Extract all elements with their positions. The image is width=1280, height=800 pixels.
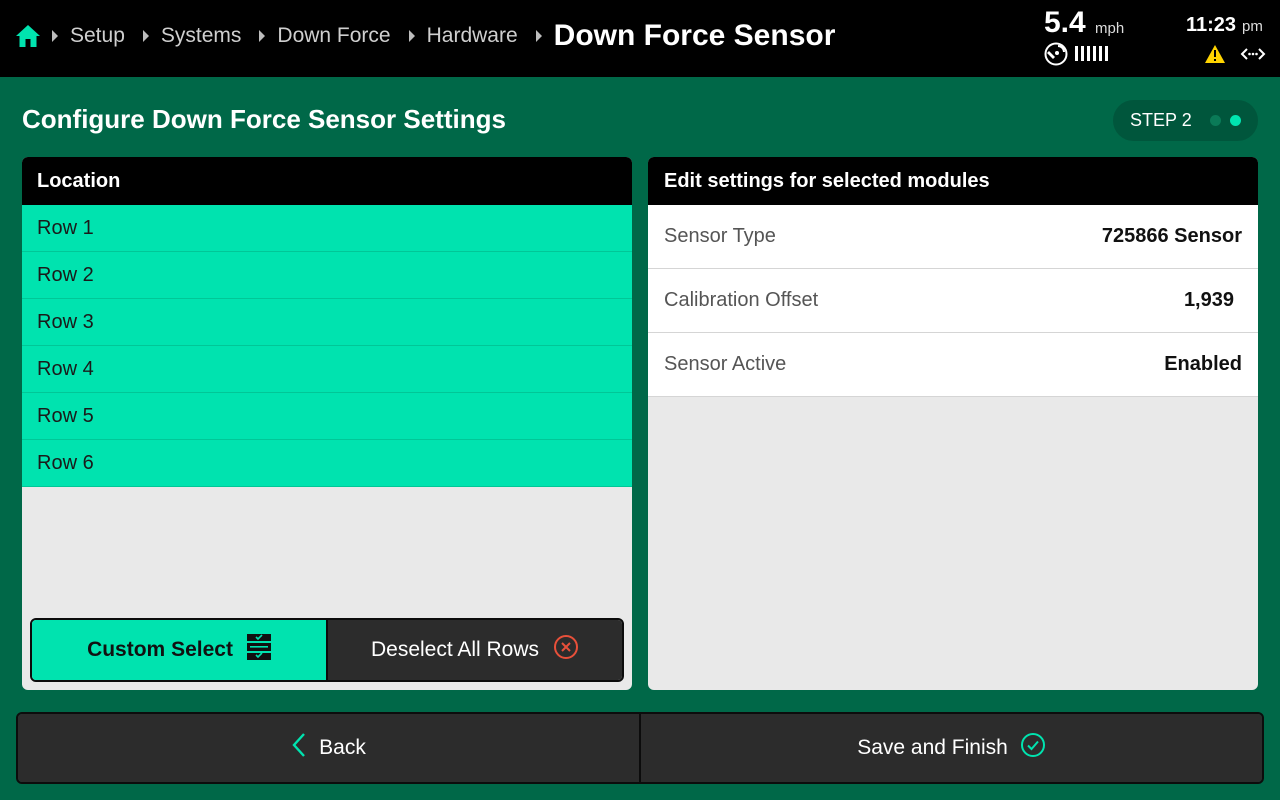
step-indicator: STEP 2	[1113, 100, 1258, 141]
chevron-left-icon	[291, 732, 307, 764]
custom-select-label: Custom Select	[87, 638, 233, 661]
warning-icon[interactable]	[1204, 44, 1226, 64]
gps-satellite-icon	[1044, 42, 1068, 66]
list-item-row-5[interactable]: Row 5	[22, 393, 632, 440]
deselect-all-label: Deselect All Rows	[370, 638, 540, 661]
setting-value: Enabled	[1164, 353, 1242, 375]
setting-label: Calibration Offset	[664, 289, 819, 311]
checklist-icon	[246, 634, 271, 666]
custom-select-button[interactable]: Custom Select	[32, 620, 328, 680]
setting-sensor-type[interactable]: Sensor Type 725866 Sensor	[648, 205, 1258, 269]
time-value: 11:23	[1186, 14, 1237, 36]
breadcrumb: Setup Systems Down Force Hardware Down F…	[52, 0, 835, 72]
footer-buttons: Back Save and Finish	[16, 712, 1264, 784]
list-item-row-6[interactable]: Row 6	[22, 440, 632, 487]
deselect-all-button[interactable]: Deselect All Rows	[328, 620, 622, 680]
step-dot-active	[1230, 115, 1241, 126]
save-and-finish-button[interactable]: Save and Finish	[641, 714, 1262, 782]
step-dot-inactive	[1210, 115, 1221, 126]
top-bar: Setup Systems Down Force Hardware Down F…	[0, 0, 1280, 77]
speed-indicator: 5.4 mph	[1044, 6, 1144, 70]
close-circle-icon	[553, 634, 579, 666]
setting-label: Sensor Active	[664, 353, 787, 375]
page-title: Down Force Sensor	[553, 19, 836, 52]
chevron-right-icon	[142, 30, 149, 42]
breadcrumb-setup[interactable]: Setup	[70, 24, 125, 48]
setting-value: 725866 Sensor	[1101, 225, 1242, 247]
settings-panel: Edit settings for selected modules Senso…	[648, 157, 1258, 690]
time-ampm: pm	[1242, 18, 1263, 35]
speed-unit: mph	[1095, 20, 1125, 37]
location-panel: Location Row 1 Row 2 Row 3 Row 4 Row 5 R…	[22, 157, 632, 690]
list-item-row-4[interactable]: Row 4	[22, 346, 632, 393]
chevron-right-icon	[52, 30, 58, 42]
step-label: STEP 2	[1130, 110, 1192, 130]
clock: 11:23 pm	[1186, 6, 1276, 70]
check-circle-icon	[1020, 732, 1046, 764]
section-heading: Configure Down Force Sensor Settings	[22, 104, 506, 134]
row-selection-buttons: Custom Select Deselect All Rows	[30, 618, 624, 682]
breadcrumb-hardware[interactable]: Hardware	[427, 24, 518, 48]
chevron-right-icon	[535, 30, 542, 42]
save-label: Save and Finish	[857, 736, 1008, 759]
back-button[interactable]: Back	[18, 714, 641, 782]
setting-calibration-offset[interactable]: Calibration Offset 1,939	[648, 269, 1258, 333]
setting-sensor-active[interactable]: Sensor Active Enabled	[648, 333, 1258, 397]
breadcrumb-down-force[interactable]: Down Force	[277, 24, 390, 48]
settings-header: Edit settings for selected modules	[648, 157, 1258, 205]
chevron-right-icon	[259, 30, 266, 42]
list-item-row-1[interactable]: Row 1	[22, 205, 632, 252]
home-icon[interactable]	[14, 22, 42, 50]
connection-icon[interactable]	[1240, 46, 1266, 62]
location-header: Location	[22, 157, 632, 205]
breadcrumb-systems[interactable]: Systems	[161, 24, 242, 48]
signal-strength-icon	[1075, 46, 1108, 61]
list-item-row-2[interactable]: Row 2	[22, 252, 632, 299]
speed-value: 5.4	[1044, 6, 1086, 39]
setting-label: Sensor Type	[664, 225, 776, 247]
back-label: Back	[319, 736, 366, 759]
list-item-row-3[interactable]: Row 3	[22, 299, 632, 346]
setting-value: 1,939	[1183, 289, 1234, 311]
chevron-right-icon	[408, 30, 415, 42]
